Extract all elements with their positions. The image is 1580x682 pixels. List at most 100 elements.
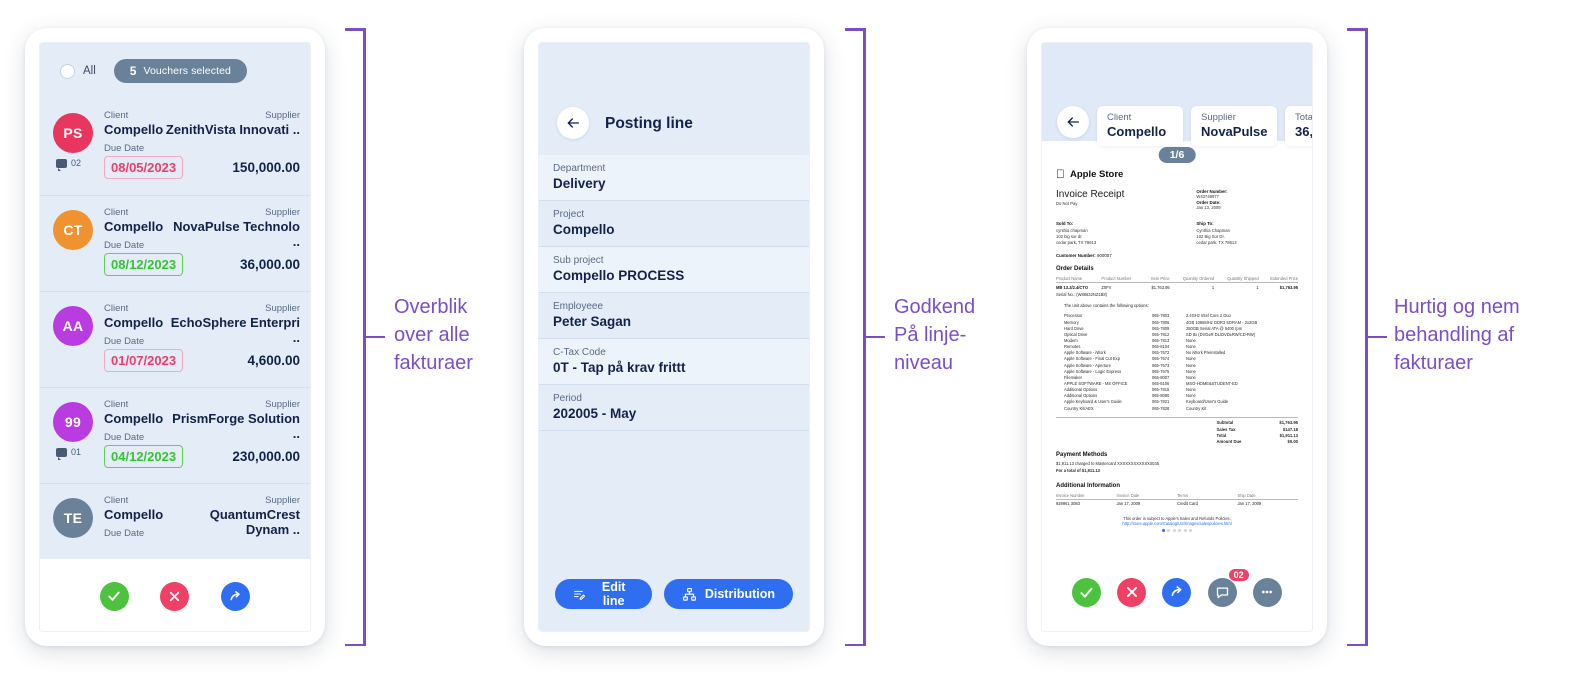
posting-line-field[interactable]: Employeee Peter Sagan [539, 293, 809, 339]
summary-card[interactable]: Client Compello [1097, 106, 1183, 146]
voucher-row[interactable]: 99 01 Client Supplier Compello PrismForge Sol… [40, 387, 310, 483]
total-value: $0.00 [1287, 437, 1298, 444]
phone-mockup-posting-line: Posting line Department Delivery Project Co… [524, 28, 824, 646]
field-label: Department [553, 163, 606, 174]
field-value: Compello PROCESS [553, 268, 685, 283]
posting-line-field[interactable]: Project Compello [539, 201, 809, 247]
distribution-label: Distribution [704, 587, 775, 601]
voucher-row[interactable]: AA Client Supplier Compello EchoSphere Enter… [40, 291, 310, 387]
posting-line-field[interactable]: C-Tax Code 0T - Tap på krav frittt [539, 339, 809, 385]
invoice-title: Invoice Receipt [1056, 188, 1125, 200]
due-date-label: Due Date [104, 528, 145, 539]
close-icon [170, 591, 180, 601]
bracket-two [845, 28, 885, 646]
back-arrow-icon [1067, 117, 1079, 127]
client-label: Client [104, 110, 129, 121]
cell: Jan 17, 2009 [1237, 500, 1262, 506]
page-title: Posting line [605, 115, 693, 132]
invoice-document[interactable]:  Apple Store Invoice Receipt Do Not Pay… [1056, 168, 1298, 553]
page-dot[interactable] [1178, 528, 1182, 532]
hierarchy-icon [682, 587, 696, 601]
due-date-value: 08/05/2023 [104, 156, 184, 179]
amount-value: 230,000.00 [232, 449, 300, 464]
avatar: PS [53, 113, 93, 153]
cell: Credit Card [1177, 500, 1198, 506]
page-dot[interactable] [1189, 528, 1193, 532]
edit-line-button[interactable]: Edit line [555, 579, 652, 609]
due-date-label: Due Date [104, 432, 145, 443]
page-dot[interactable] [1172, 528, 1176, 532]
avatar: TE [53, 498, 93, 538]
summary-card[interactable]: Supplier NovaPulse [1191, 106, 1277, 146]
voucher-row[interactable]: CT Client Supplier Compello NovaPulse Techno… [40, 195, 310, 291]
field-label: Project [553, 209, 585, 220]
comments-button[interactable] [1207, 577, 1237, 607]
phone2-screen: Posting line Department Delivery Project Co… [538, 42, 810, 632]
forward-button[interactable] [1162, 577, 1192, 607]
options-intro: The unit above contains the following op… [1064, 302, 1149, 308]
column-header: Quantity Shipped [1214, 275, 1259, 284]
distribution-button[interactable]: Distribution [663, 579, 793, 609]
posting-line-action-bar: Edit line Distribution [539, 557, 809, 631]
posting-line-field[interactable]: Period 202005 - May [539, 385, 809, 431]
supplier-label: Supplier [265, 495, 300, 506]
voucher-list[interactable]: All 5 Vouchers selected PS 02 Client Suppli… [40, 43, 310, 559]
more-dots-icon [1262, 590, 1273, 594]
posting-line-field[interactable]: Department Delivery [539, 155, 809, 201]
comment-icon [56, 158, 67, 171]
summary-card[interactable]: Total ar36,000 [1285, 106, 1313, 146]
page-dot[interactable] [1161, 528, 1165, 532]
select-all-label: All [83, 65, 96, 77]
due-date-label: Due Date [104, 143, 145, 154]
summary-card-value: 36,000 [1295, 124, 1313, 139]
page-dot[interactable] [1183, 528, 1187, 532]
supplier-value: ZenithVista Innovati .. [165, 122, 300, 137]
check-icon [1080, 587, 1093, 598]
voucher-row[interactable]: TE Client Supplier Compello QuantumCrest Dyn… [40, 483, 310, 559]
more-button[interactable] [1252, 577, 1282, 607]
option-number: 065-7828 [1152, 404, 1170, 411]
radio-icon[interactable] [60, 63, 75, 79]
avatar: 99 [53, 402, 93, 442]
field-label: C-Tax Code [553, 347, 606, 358]
summary-card-label: Supplier [1201, 112, 1236, 123]
posting-line-field[interactable]: Sub project Compello PROCESS [539, 247, 809, 293]
page-dots[interactable] [1056, 528, 1298, 532]
approve-button-wrap [1072, 577, 1102, 607]
back-button[interactable] [1057, 106, 1089, 138]
cell: 1 [1211, 283, 1215, 290]
supplier-label: Supplier [265, 399, 300, 410]
table-row: MB 13.3/2.4/CTO Z0FV $1,763.95 1 1 $1,763.95 [1056, 283, 1298, 292]
approve-button[interactable] [99, 581, 129, 611]
column-header: Ship Date [1237, 491, 1298, 500]
client-value: Compello [104, 315, 164, 330]
reject-button[interactable] [1117, 577, 1147, 607]
comments-button-wrap: 02 [1207, 567, 1250, 607]
bracket-top-stub [1347, 28, 1367, 31]
footer-policy-link[interactable]: http://store.apple.com/Catalog/US/Images… [1056, 521, 1298, 526]
voucher-action-bar [40, 559, 310, 631]
cell: 1 [1256, 283, 1259, 290]
invoice-summary-cards: ClientCompelloSupplierNovaPulseTotal ar3… [1097, 106, 1313, 146]
bracket-bottom-stub [1347, 643, 1367, 646]
cell: $1,763.95 [1279, 283, 1298, 290]
summary-card-label: Total ar [1295, 112, 1313, 123]
table-header-row: Product Name Product Number Item Price Quan… [1056, 275, 1298, 284]
order-details-table: Product Name Product Number Item Price Quan… [1056, 275, 1298, 291]
bracket-bottom-stub [845, 643, 865, 646]
page-indicator: 1/6 [1158, 147, 1196, 163]
summary-card-value: NovaPulse [1201, 124, 1268, 139]
reject-button[interactable] [160, 581, 190, 611]
page-dot[interactable] [1167, 528, 1171, 532]
voucher-row[interactable]: PS 02 Client Supplier Compello ZenithVista In… [40, 99, 310, 195]
client-label: Client [104, 399, 129, 410]
edit-line-label: Edit line [601, 580, 626, 608]
approve-button[interactable] [1072, 577, 1102, 607]
bracket-tick [363, 335, 385, 339]
cell: 929961 3083 [1056, 500, 1080, 506]
back-button[interactable] [557, 107, 589, 139]
select-all-control[interactable]: All [60, 63, 96, 79]
forward-button[interactable] [221, 581, 251, 611]
voucher-list-toolbar: All 5 Vouchers selected [40, 43, 310, 99]
amount-value: 150,000.00 [232, 160, 300, 175]
